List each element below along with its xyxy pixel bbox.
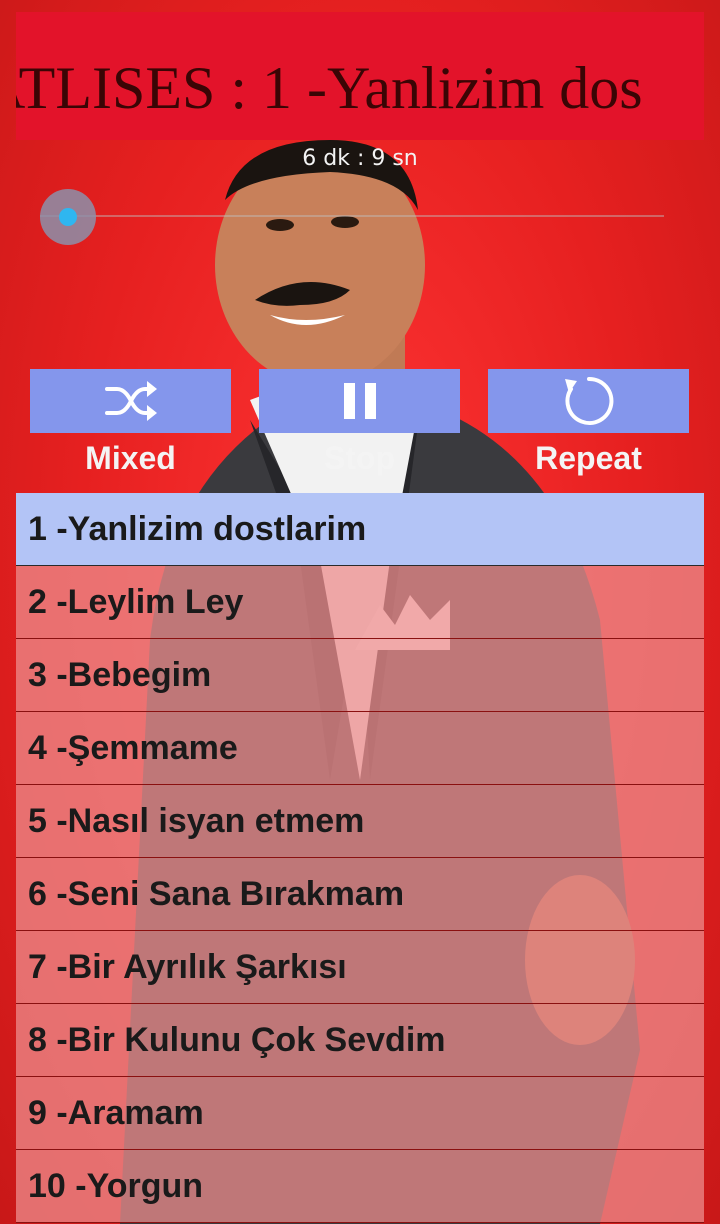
repeat-label: Repeat xyxy=(535,440,642,476)
repeat-button[interactable] xyxy=(488,369,689,433)
now-playing-title-bar: ATLISES : 1 -Yanlizim dos xyxy=(16,12,704,140)
playlist-item[interactable]: 1 -Yanlizim dostlarim xyxy=(16,493,704,566)
seek-thumb[interactable] xyxy=(40,189,96,245)
playlist-item[interactable]: 2 -Leylim Ley xyxy=(16,566,704,639)
repeat-icon xyxy=(564,376,613,425)
track-duration: 6 dk : 9 sn xyxy=(302,146,418,171)
playlist-item[interactable]: 4 -Şemmame xyxy=(16,712,704,785)
playlist-item[interactable]: 10 -Yorgun xyxy=(16,1150,704,1223)
playlist-item[interactable]: 8 -Bir Kulunu Çok Sevdim xyxy=(16,1004,704,1077)
playlist-item[interactable]: 9 -Aramam xyxy=(16,1077,704,1150)
shuffle-icon xyxy=(104,381,157,421)
pause-icon xyxy=(343,383,376,419)
playlist: 1 -Yanlizim dostlarim 2 -Leylim Ley 3 -B… xyxy=(16,493,704,1224)
playlist-item[interactable]: 3 -Bebegim xyxy=(16,639,704,712)
stop-button[interactable] xyxy=(259,369,460,433)
seek-thumb-dot xyxy=(59,208,77,226)
seek-bar[interactable] xyxy=(40,215,664,217)
playlist-item[interactable]: 5 -Nasıl isyan etmem xyxy=(16,785,704,858)
shuffle-button[interactable] xyxy=(30,369,231,433)
now-playing-title: ATLISES : 1 -Yanlizim dos xyxy=(16,55,643,121)
playlist-item[interactable]: 7 -Bir Ayrılık Şarkısı xyxy=(16,931,704,1004)
playlist-item[interactable]: 6 -Seni Sana Bırakmam xyxy=(16,858,704,931)
stop-label: Stop xyxy=(323,440,396,476)
shuffle-label: Mixed xyxy=(85,440,176,476)
